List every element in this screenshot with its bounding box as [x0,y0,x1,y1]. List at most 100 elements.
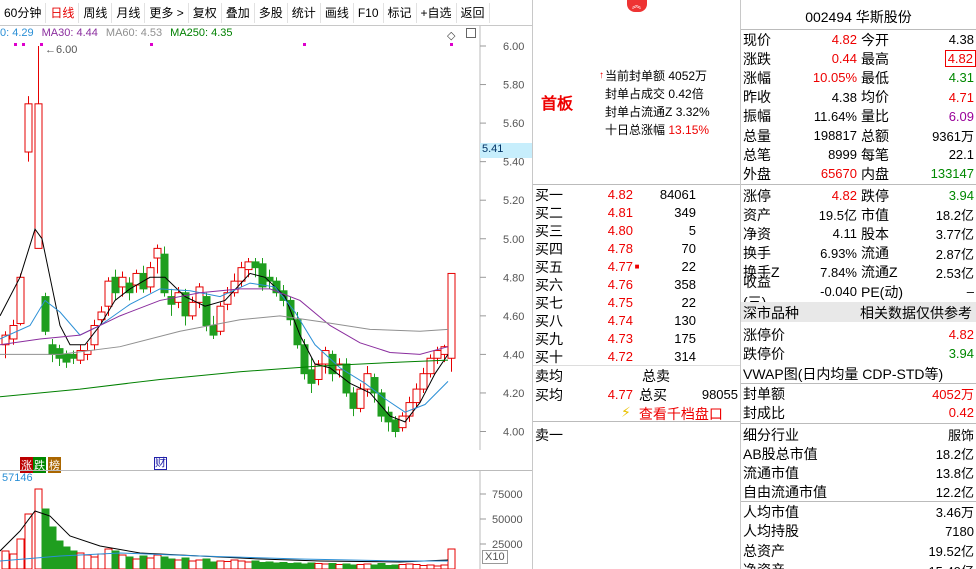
quote-value: 8999 [828,147,857,163]
ma250-line [0,359,449,398]
volume-bar [16,538,25,569]
volume-bar [391,564,400,569]
volume-bar [251,560,260,569]
buy-order-row[interactable]: 买十 4.72 314 [535,347,740,366]
buy-order-row[interactable]: 买二 4.81 349 [535,203,740,222]
candle-body [202,296,211,326]
volume-bar [223,561,232,569]
price-axis-label: 6.00 [503,41,524,53]
buy-volume: 175 [674,331,696,346]
candle-body [307,369,316,384]
buy-order-row[interactable]: 买四 4.78 70 [535,239,740,258]
buy-level-label: 买三 [535,222,563,239]
buy-price: 4.78 [607,241,633,256]
quote-value: 4.11 [832,226,857,242]
buy-order-row[interactable]: 买三 4.80 5 [535,221,740,240]
candle-body [447,272,456,359]
info-row: 流通市值 13.8亿 [743,463,976,482]
info-row: AB股总市值 18.2亿 [743,444,976,463]
buy-volume: 314 [674,349,696,364]
candle-body [16,276,25,325]
info-row: 净资产 15.49亿 [743,561,976,569]
overlay-button[interactable]: 叠加 [222,2,255,23]
multi-stock-button[interactable]: 多股 [255,2,288,23]
info-label: 自由流通市值 [743,483,827,500]
f10-button[interactable]: F10 [354,2,384,23]
candle-body [209,324,218,336]
quote-label: 跌停 [861,187,889,204]
quote-label: 总笔 [743,146,771,163]
info-row: 总资产 19.52亿 [743,541,976,560]
more-periods-button[interactable]: 更多 > [145,2,189,23]
candle-body [258,263,267,288]
collapse-button[interactable]: ︽ [533,0,740,14]
quote-value: 133147 [930,166,974,182]
buy-avg-row: 买均 4.77 总买 98055 [535,386,738,403]
mark-button[interactable]: 标记 [384,2,417,23]
tab-monthly[interactable]: 月线 [112,2,146,23]
info-value: 4.82 [948,327,974,342]
quote-value: 3.94 [948,188,974,203]
buy-level-label: 买一 [535,186,563,203]
quote-row: 外盘 65670 内盘 133147 [743,164,976,183]
volume-bar [104,548,113,569]
tab-weekly[interactable]: 周线 [79,2,113,23]
buy-volume: 349 [674,205,696,220]
volume-axis-label: 75000 [492,489,523,501]
quote-label: 资产 [743,206,771,223]
tab-daily[interactable]: 日线 [46,2,80,23]
info-label: 人均市值 [743,503,799,520]
volume-bar [419,565,428,569]
candle-body [251,261,260,269]
buy-order-row[interactable]: 买七 4.75 22 [535,293,740,312]
add-watchlist-button[interactable]: +自选 [417,2,457,23]
quote-label: 涨跌 [743,50,771,67]
quote-value: 9361万 [932,129,974,144]
info-value: 7180 [945,523,974,539]
buy-order-row[interactable]: 买九 4.73 175 [535,329,740,348]
buy-price: 4.72 [607,349,633,364]
volume-axis-label: 50000 [492,514,523,526]
info-row: 人均市值 3.46万 [743,502,976,521]
price-axis-label: 4.00 [503,427,524,439]
price-axis-label: 4.80 [503,272,524,284]
signal-dot [22,43,25,46]
candle-body [188,301,197,317]
quote-label: 净资 [743,225,771,242]
volume-bar [412,564,421,569]
back-button[interactable]: 返回 [457,2,490,23]
volume-bar [377,563,386,569]
buy-order-row[interactable]: 买一 4.82 84061 [535,185,740,204]
buy-price: 4.75 [607,295,633,310]
quote-value: 10.05% [812,70,857,86]
volume-bar [356,564,365,569]
vwap-label[interactable]: VWAP图(日内均量 CDP-STD等) [743,364,943,384]
volume-bar [55,540,64,569]
tab-60min[interactable]: 60分钟 [0,2,47,23]
quote-label: 流通 [861,245,889,262]
buy-order-row[interactable]: 买八 4.74 130 [535,311,740,330]
info-label: 封单额 [743,385,785,402]
buy-order-row[interactable]: 买五 4.77 ■ 22 [535,257,740,276]
volume-bar [118,554,127,569]
volume-bar [398,564,407,569]
buy-volume: 358 [674,277,696,292]
quote-value: 4.38 [831,89,857,105]
draw-line-button[interactable]: 画线 [321,2,354,23]
buy-order-row[interactable]: 买六 4.76 358 [535,275,740,294]
volume-bar [69,550,78,569]
volume-bar [202,558,211,569]
marker-finance[interactable]: 财 [154,457,167,470]
limit-stats: ↑ 当前封单额 4052万 封单占成交 0.42倍 封单占流通Z 3.32% 十日… [599,67,739,139]
quote-row: 净资 4.11 股本 3.77亿 [743,224,976,243]
signal-dot [150,43,153,46]
info-value: 4052万 [932,387,974,402]
info-value: 12.2亿 [935,485,974,500]
volume-bar [328,563,337,569]
info-row: 封成比 0.42 [743,403,976,422]
stats-button[interactable]: 统计 [288,2,321,23]
quote-label: 换手 [743,245,771,262]
quote-label: 今开 [861,31,889,48]
adjust-button[interactable]: 复权 [189,2,222,23]
volume-bar [314,563,323,569]
